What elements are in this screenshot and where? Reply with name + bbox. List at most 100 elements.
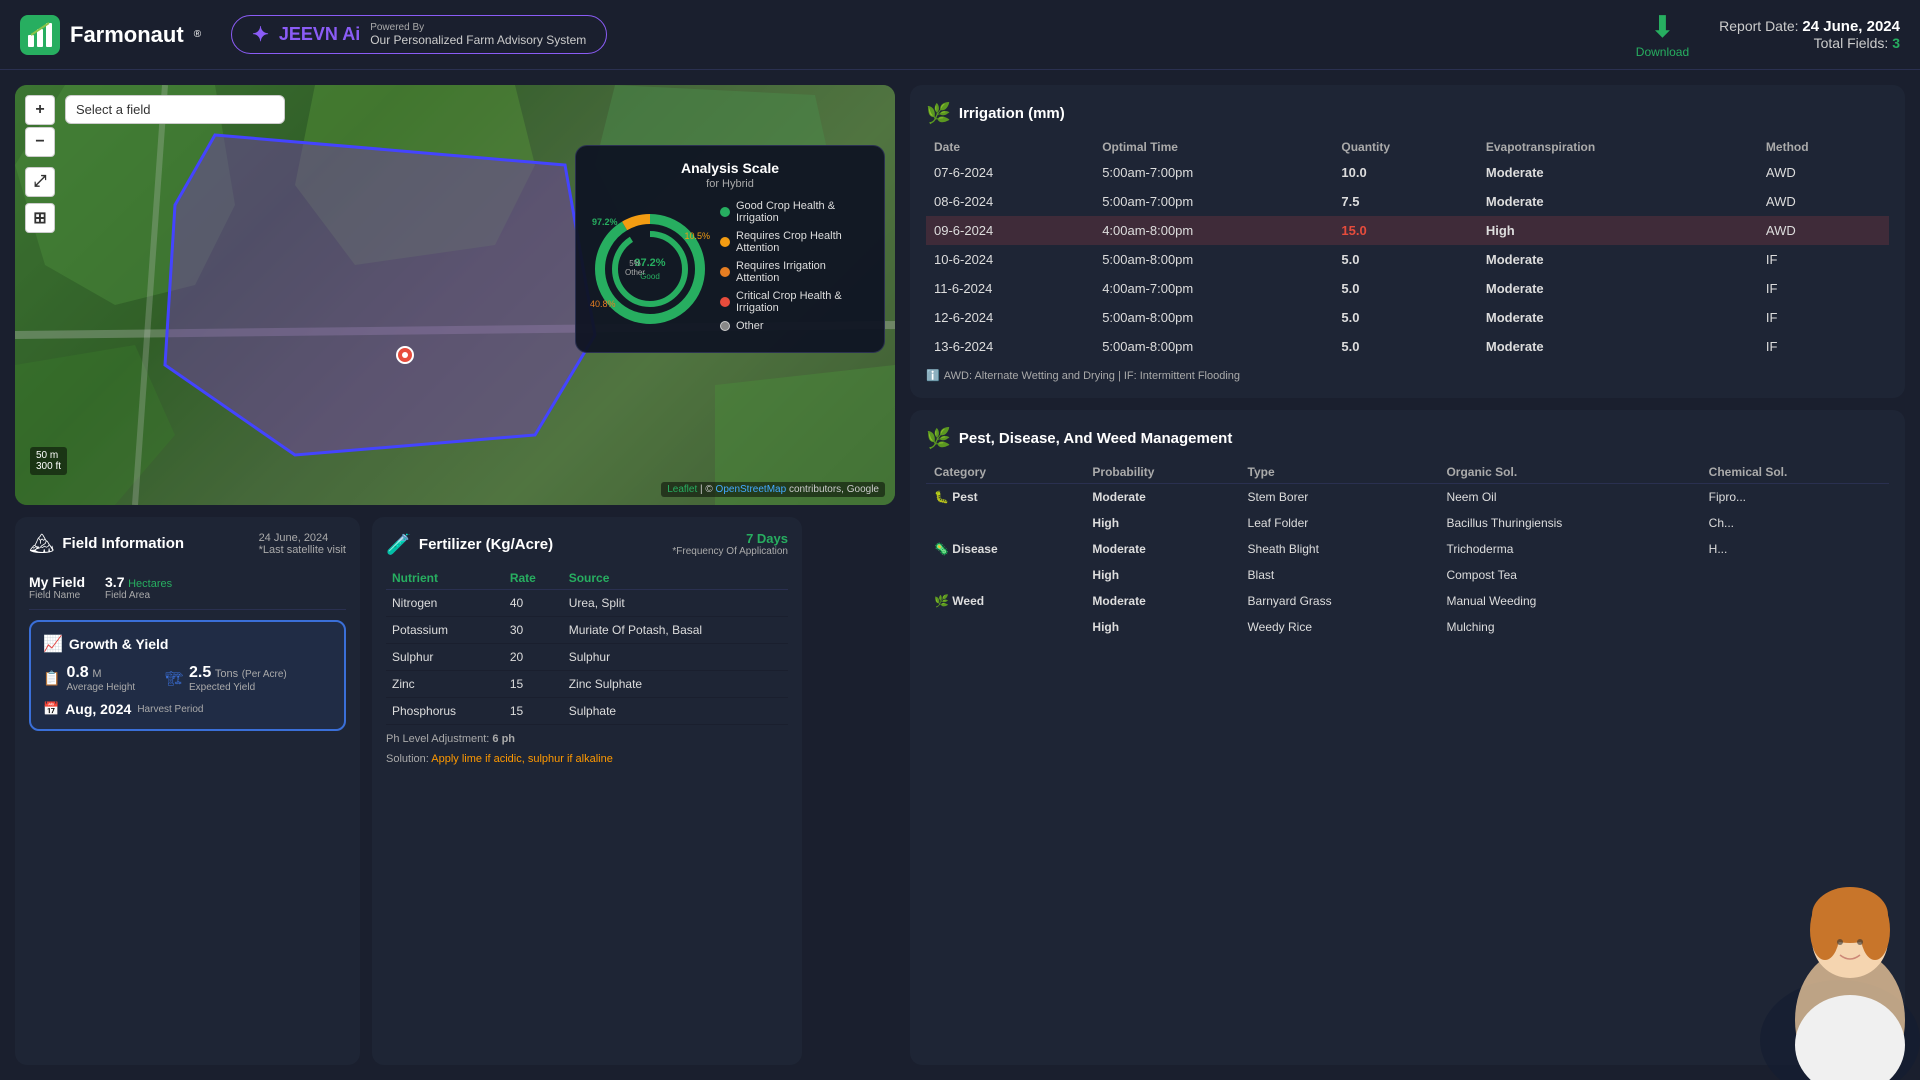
- logo-area: Farmonaut ®: [20, 15, 201, 55]
- zoom-out-button[interactable]: −: [25, 127, 55, 157]
- fert-rate: 20: [504, 644, 563, 671]
- field-area-item: 3.7 Hectares Field Area: [105, 574, 172, 601]
- irr-qty: 5.0: [1333, 303, 1477, 332]
- irr-evap: Moderate: [1478, 187, 1758, 216]
- solution-label: Solution:: [386, 753, 429, 765]
- pest-prob: Moderate: [1084, 484, 1239, 511]
- pest-col-probability: Probability: [1084, 461, 1239, 484]
- pest-chemical: Fipro...: [1701, 484, 1889, 511]
- attribution-rest: contributors, Google: [789, 484, 879, 495]
- fert-source: Sulphur: [563, 644, 788, 671]
- fert-rate: 15: [504, 698, 563, 725]
- irr-date: 09-6-2024: [926, 216, 1094, 245]
- zoom-in-button[interactable]: +: [25, 95, 55, 125]
- irr-date: 08-6-2024: [926, 187, 1094, 216]
- pest-prob: Moderate: [1084, 536, 1239, 562]
- field-name-value: My Field: [29, 574, 85, 590]
- field-info-date: 24 June, 2024: [259, 532, 346, 544]
- pest-title: Pest, Disease, And Weed Management: [959, 430, 1232, 447]
- analysis-scale-subtitle: for Hybrid: [590, 178, 870, 190]
- pest-organic: Compost Tea: [1438, 562, 1700, 588]
- fert-rate: 30: [504, 617, 563, 644]
- field-info-last-visit: *Last satellite visit: [259, 544, 346, 556]
- analysis-scale-title: Analysis Scale: [590, 160, 870, 176]
- logo-icon: [20, 15, 60, 55]
- main-content: + − ⤢ ⊞ Select a field 50 m 300 ft Leafl…: [0, 70, 1920, 1080]
- irr-method: IF: [1758, 245, 1889, 274]
- field-name-item: My Field Field Name: [29, 574, 85, 601]
- fertilizer-title: Fertilizer (Kg/Acre): [419, 536, 553, 553]
- download-button[interactable]: ⬇ Download: [1636, 10, 1689, 59]
- pest-prob: High: [1084, 614, 1239, 640]
- irr-time: 5:00am-7:00pm: [1094, 187, 1333, 216]
- field-info-panel: 🏔 Field Information 24 June, 2024 *Last …: [15, 517, 360, 1065]
- irr-col-qty: Quantity: [1333, 136, 1477, 158]
- pest-type: Barnyard Grass: [1240, 588, 1439, 614]
- irr-time: 5:00am-8:00pm: [1094, 245, 1333, 274]
- irrigation-row: 09-6-2024 4:00am-8:00pm 15.0 High AWD: [926, 216, 1889, 245]
- pest-header: 🌿 Pest, Disease, And Weed Management: [926, 426, 1889, 451]
- fullscreen-button[interactable]: ⤢: [25, 167, 55, 197]
- legend-item-other: Other: [720, 320, 870, 332]
- irr-time: 5:00am-8:00pm: [1094, 332, 1333, 361]
- fertilizer-row: Zinc 15 Zinc Sulphate: [386, 671, 788, 698]
- irr-col-method: Method: [1758, 136, 1889, 158]
- irr-method: IF: [1758, 303, 1889, 332]
- pest-organic: Trichoderma: [1438, 536, 1700, 562]
- irr-evap: Moderate: [1478, 332, 1758, 361]
- legend-item-critical: Critical Crop Health & Irrigation: [720, 290, 870, 314]
- fert-nutrient: Potassium: [386, 617, 504, 644]
- field-area-value: 3.7 Hectares: [105, 574, 172, 590]
- app-logo-text: Farmonaut: [70, 22, 184, 48]
- irr-col-date: Date: [926, 136, 1094, 158]
- pest-col-category: Category: [926, 461, 1084, 484]
- pest-chemical: H...: [1701, 536, 1889, 562]
- irr-time: 5:00am-8:00pm: [1094, 303, 1333, 332]
- irr-date: 13-6-2024: [926, 332, 1094, 361]
- field-selector[interactable]: Select a field: [65, 95, 285, 124]
- fertilizer-note: Ph Level Adjustment: 6 ph: [386, 733, 788, 745]
- field-info-title: Field Information: [62, 535, 184, 552]
- scale-feet: 300 ft: [36, 461, 61, 472]
- irrigation-title: Irrigation (mm): [959, 105, 1065, 122]
- irr-qty: 5.0: [1333, 245, 1477, 274]
- report-date-value: 24 June, 2024: [1802, 18, 1900, 35]
- bottom-panels: 🏔 Field Information 24 June, 2024 *Last …: [15, 517, 895, 1065]
- growth-stats: 📋 0.8 M Average Height 🏗 2.5 Tons: [43, 664, 332, 693]
- jeevn-badge: ✦ JEEVN Ai Powered By Our Personalized F…: [231, 15, 607, 54]
- irr-date: 07-6-2024: [926, 158, 1094, 187]
- yield-value-area: 2.5 Tons (Per Acre) Expected Yield: [189, 664, 287, 693]
- fert-col-source: Source: [563, 567, 788, 590]
- irr-time: 4:00am-8:00pm: [1094, 216, 1333, 245]
- app-header: Farmonaut ® ✦ JEEVN Ai Powered By Our Pe…: [0, 0, 1920, 70]
- pest-col-chemical: Chemical Sol.: [1701, 461, 1889, 484]
- legend-item-good: Good Crop Health & Irrigation: [720, 200, 870, 224]
- pest-row: High Blast Compost Tea: [926, 562, 1889, 588]
- irrigation-icon: 🌿: [926, 101, 951, 126]
- osm-link: OpenStreetMap: [716, 484, 787, 495]
- irrigation-panel: 🌿 Irrigation (mm) Date Optimal Time Quan…: [910, 85, 1905, 398]
- irr-method: IF: [1758, 274, 1889, 303]
- yield-stat: 🏗 2.5 Tons (Per Acre) Expected Yield: [165, 664, 287, 693]
- harvest-date: Aug, 2024: [65, 701, 131, 717]
- field-info-icon: 🏔: [29, 531, 54, 556]
- irr-method: AWD: [1758, 187, 1889, 216]
- category-icon: 🐛: [934, 490, 949, 504]
- irr-time: 5:00am-7:00pm: [1094, 158, 1333, 187]
- irr-method: IF: [1758, 332, 1889, 361]
- solution-text[interactable]: Apply lime if acidic, sulphur if alkalin…: [431, 753, 613, 765]
- harvest-icon: 📅: [43, 701, 59, 717]
- irrigation-note-text: AWD: Alternate Wetting and Drying | IF: …: [944, 370, 1240, 382]
- fert-nutrient: Phosphorus: [386, 698, 504, 725]
- fert-nutrient: Nitrogen: [386, 590, 504, 617]
- height-label: Average Height: [66, 682, 135, 693]
- pest-type: Weedy Rice: [1240, 614, 1439, 640]
- fertilizer-header: 🧪 Fertilizer (Kg/Acre) 7 Days *Frequency…: [386, 531, 788, 557]
- growth-yield-box: 📈 Growth & Yield 📋 0.8 M Average Height: [29, 620, 346, 731]
- pest-organic: Neem Oil: [1438, 484, 1700, 511]
- irr-col-time: Optimal Time: [1094, 136, 1333, 158]
- layers-button[interactable]: ⊞: [25, 203, 55, 233]
- fert-source: Zinc Sulphate: [563, 671, 788, 698]
- fertilizer-row: Potassium 30 Muriate Of Potash, Basal: [386, 617, 788, 644]
- pest-organic: Manual Weeding: [1438, 588, 1700, 614]
